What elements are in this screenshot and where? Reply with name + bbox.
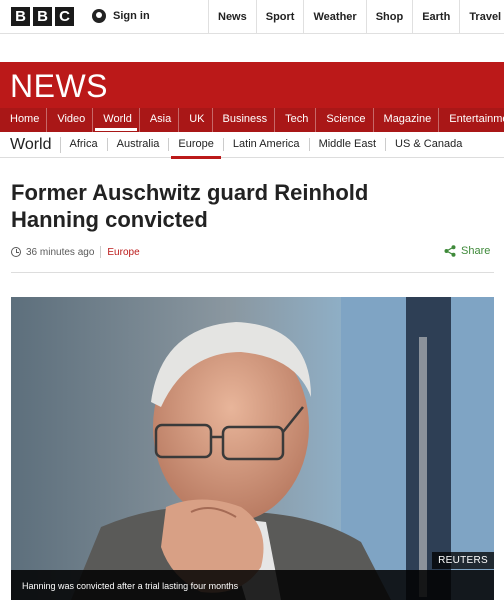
section-nav-asia[interactable]: Asia [140,108,180,132]
meta-separator [100,246,102,258]
section-nav-science[interactable]: Science [316,108,374,132]
top-bar: B B C Sign in News Sport Weather Shop Ea… [0,0,504,34]
sub-nav-africa[interactable]: Africa [61,138,108,151]
share-label: Share [461,245,491,257]
top-nav-weather[interactable]: Weather [303,0,365,34]
section-nav-world[interactable]: World [93,108,140,132]
sub-nav-australia[interactable]: Australia [108,138,170,151]
logo-letter-c: C [55,7,74,26]
section-nav-uk[interactable]: UK [179,108,213,132]
section-nav-tech[interactable]: Tech [275,108,317,132]
section-nav: Home Video World Asia UK Business Tech Science M… [0,108,504,132]
sub-nav: World Africa Australia Europe Latin Amer… [0,132,504,159]
section-nav-video[interactable]: Video [47,108,94,132]
sub-nav-middle-east[interactable]: Middle East [310,138,387,151]
section-nav-business[interactable]: Business [213,108,276,132]
meta-divider [11,272,494,273]
section-nav-magazine[interactable]: Magazine [374,108,440,132]
article-meta: 36 minutes ago Europe [11,246,140,258]
section-nav-home[interactable]: Home [0,108,48,132]
sub-nav-europe[interactable]: Europe [169,138,224,159]
top-nav-sport[interactable]: Sport [255,0,304,34]
news-banner: NEWS [0,62,504,108]
article-image: REUTERS Hanning was convicted after a tr… [11,297,494,600]
article-timestamp: 36 minutes ago [26,246,95,258]
top-nav-news[interactable]: News [208,0,256,34]
article-photo-illustration [11,297,494,600]
image-credit: REUTERS [432,552,494,569]
sign-in-link[interactable]: Sign in [92,9,150,23]
logo-letter-b1: B [11,7,30,26]
share-icon [444,245,456,257]
top-nav-shop[interactable]: Shop [365,0,413,34]
sign-in-label: Sign in [113,10,150,22]
image-caption: Hanning was convicted after a trial last… [11,570,494,600]
sub-nav-latin-america[interactable]: Latin America [224,138,310,151]
user-icon [92,9,106,23]
header-spacer [0,34,504,62]
news-logo[interactable]: NEWS [10,68,108,105]
logo-letter-b2: B [33,7,52,26]
sub-nav-us-canada[interactable]: US & Canada [386,138,471,151]
bbc-logo[interactable]: B B C [11,7,74,26]
top-nav: News Sport Weather Shop Earth Travel [208,0,504,34]
clock-icon [11,247,21,257]
top-nav-travel[interactable]: Travel [459,0,504,34]
share-button[interactable]: Share [444,245,490,257]
article-category-link[interactable]: Europe [107,247,139,258]
sub-nav-title[interactable]: World [0,136,61,153]
article-headline: Former Auschwitz guard Reinhold Hanning … [11,180,369,232]
section-nav-entertainment[interactable]: Entertainment [439,108,504,132]
top-nav-earth[interactable]: Earth [412,0,459,34]
